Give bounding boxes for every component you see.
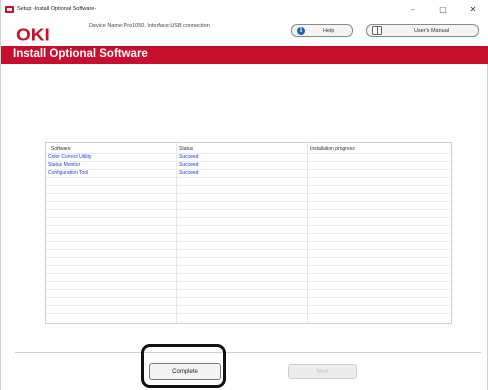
row-divider bbox=[46, 185, 451, 186]
users-manual-label: User's Manual bbox=[414, 27, 449, 34]
row-divider bbox=[46, 193, 451, 194]
row-divider bbox=[46, 249, 451, 250]
table-row-software: Configuration Tool bbox=[48, 170, 89, 176]
row-divider bbox=[46, 305, 451, 306]
row-divider bbox=[46, 297, 451, 298]
table-row-status: Succeed bbox=[179, 162, 199, 168]
row-divider bbox=[46, 177, 451, 178]
table-row-status: Succeed bbox=[179, 154, 199, 160]
complete-button[interactable]: Complete bbox=[149, 363, 221, 380]
row-divider bbox=[46, 257, 451, 258]
footer-divider bbox=[15, 352, 481, 353]
oki-app-icon bbox=[5, 5, 14, 13]
row-divider bbox=[46, 209, 451, 210]
row-divider bbox=[46, 225, 451, 226]
row-divider bbox=[46, 265, 451, 266]
row-divider bbox=[46, 233, 451, 234]
maximize-button[interactable]: □ bbox=[428, 0, 458, 18]
next-button: Next bbox=[288, 364, 357, 379]
page-banner: Install Optional Software bbox=[1, 46, 488, 64]
table-row-software: Status Monitor bbox=[48, 162, 81, 168]
window-controls: – □ ✕ bbox=[398, 0, 488, 18]
row-divider bbox=[46, 289, 451, 290]
row-divider bbox=[46, 241, 451, 242]
book-icon bbox=[372, 26, 382, 35]
minimize-button[interactable]: – bbox=[398, 0, 428, 18]
setup-window: Setup -Install Optional Software- – □ ✕ … bbox=[0, 0, 488, 390]
header: OKI Device Name:Pro1050, Interface:USB c… bbox=[1, 18, 488, 46]
table-row-status: Succeed bbox=[179, 170, 199, 176]
row-divider bbox=[46, 201, 451, 202]
row-divider bbox=[46, 153, 451, 154]
row-divider bbox=[46, 281, 451, 282]
info-icon: i bbox=[297, 26, 305, 35]
column-header-software: Software bbox=[51, 146, 71, 152]
close-button[interactable]: ✕ bbox=[458, 0, 488, 18]
row-divider bbox=[46, 169, 451, 170]
row-divider bbox=[46, 313, 451, 314]
row-divider bbox=[46, 273, 451, 274]
column-header-progress: Installation progress bbox=[310, 146, 355, 152]
help-button[interactable]: i Help bbox=[291, 24, 353, 37]
row-divider bbox=[46, 217, 451, 218]
window-title: Setup -Install Optional Software- bbox=[17, 6, 97, 12]
device-info: Device Name:Pro1050, Interface:USB conne… bbox=[89, 23, 210, 29]
table-row-software: Color Correct Utility bbox=[48, 154, 92, 160]
oki-logo: OKI bbox=[16, 26, 50, 45]
software-table: Software Status Installation progress Co… bbox=[45, 142, 452, 324]
help-label: Help bbox=[323, 27, 335, 34]
row-divider bbox=[46, 161, 451, 162]
column-header-status: Status bbox=[179, 146, 194, 152]
users-manual-button[interactable]: User's Manual bbox=[366, 24, 479, 37]
title-bar: Setup -Install Optional Software- – □ ✕ bbox=[1, 0, 488, 18]
page-title: Install Optional Software bbox=[13, 48, 148, 60]
